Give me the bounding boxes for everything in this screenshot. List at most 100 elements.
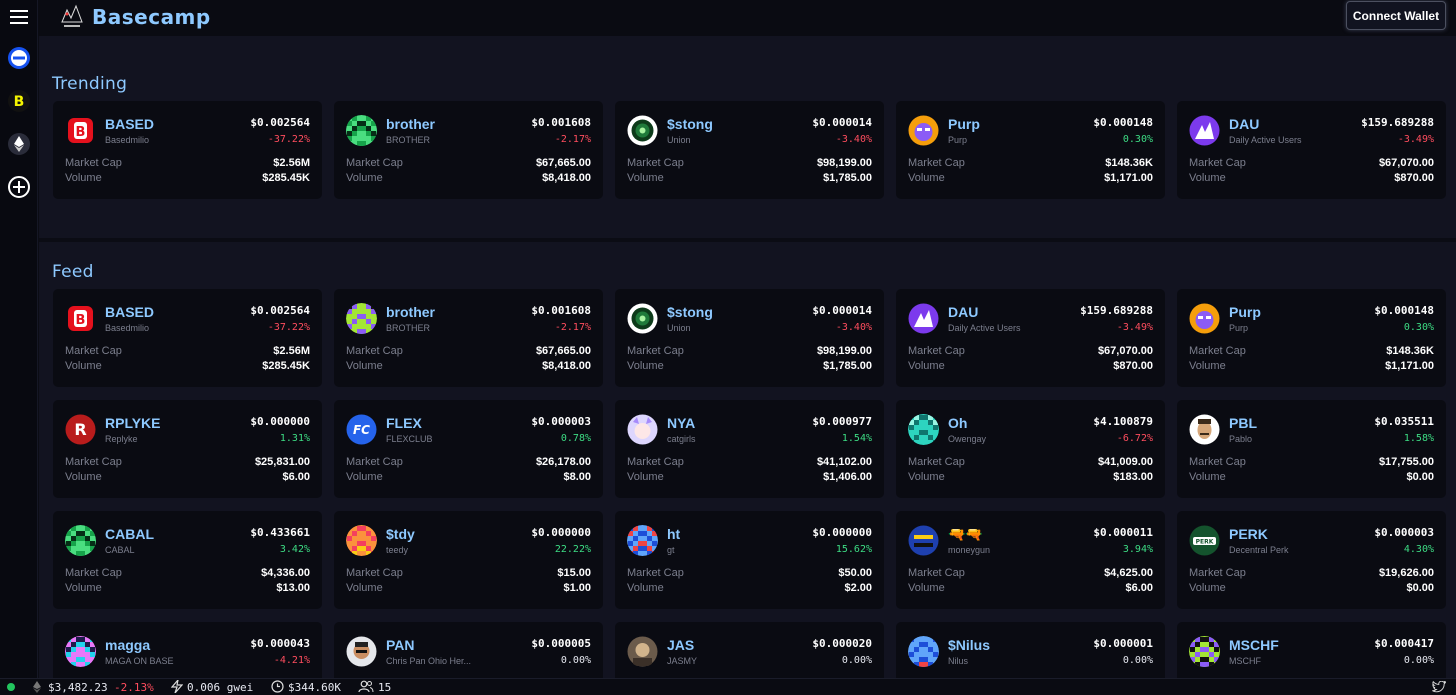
volume-value: $8,418.00 bbox=[542, 360, 591, 372]
token-card[interactable]: CABAL CABAL $0.433661 3.42% Market Cap Volume… bbox=[53, 511, 322, 609]
token-name: JAS bbox=[667, 637, 695, 653]
stong-logo-icon bbox=[627, 115, 658, 146]
token-card[interactable]: Oh Owengay $4.100879 -6.72% Market Cap Volume… bbox=[896, 400, 1165, 498]
token-card[interactable]: Purp Purp $0.000148 0.30% Market Cap Volume $1… bbox=[1177, 289, 1446, 387]
gas-price: 0.006 gwei bbox=[187, 681, 254, 694]
market-cap-value: $148.36K bbox=[1386, 345, 1434, 357]
token-change: 0.00% bbox=[560, 655, 591, 666]
token-card[interactable]: B BASED Basedmilio $0.002564 -37.22% Market C… bbox=[53, 289, 322, 387]
feed-section: Feed B BASED Basedmilio $0.002564 -37.22% Mar… bbox=[39, 242, 1456, 678]
token-card[interactable]: $tdy teedy $0.000000 22.22% Market Cap Volume… bbox=[334, 511, 603, 609]
users-count: 15 bbox=[378, 681, 392, 694]
token-change: 0.30% bbox=[1403, 322, 1434, 333]
token-name: DAU bbox=[1229, 116, 1260, 132]
token-price: $0.000003 bbox=[531, 415, 591, 428]
token-card[interactable]: MSCHFMSCHF$0.0004170.00%Market CapVolume bbox=[1177, 622, 1446, 678]
blast-network-icon[interactable]: B bbox=[5, 87, 33, 115]
ethereum-network-icon[interactable] bbox=[5, 130, 33, 158]
token-card[interactable]: $stong Union $0.000014 -3.40% Market Cap Volu… bbox=[615, 289, 884, 387]
token-card[interactable]: brother BROTHER $0.001608 -2.17% Market Cap V… bbox=[334, 101, 603, 199]
token-price: $0.000148 bbox=[1374, 304, 1434, 317]
token-card[interactable]: DAU Daily Active Users $159.689288 -3.49% Ma… bbox=[1177, 101, 1446, 199]
menu-icon[interactable] bbox=[5, 3, 33, 31]
volume-value: $8.00 bbox=[563, 471, 591, 483]
purp-avatar-icon bbox=[908, 115, 939, 146]
volume-value: $0.00 bbox=[1406, 471, 1434, 483]
token-change: 0.78% bbox=[560, 433, 591, 444]
market-cap-value: $67,070.00 bbox=[1378, 157, 1434, 169]
token-card[interactable]: maggaMAGA ON BASE$0.000043-4.21%Market C… bbox=[53, 622, 322, 678]
token-card[interactable]: DAU Daily Active Users $159.689288 -3.49% Ma… bbox=[896, 289, 1165, 387]
token-card[interactable]: Purp Purp $0.000148 0.30% Market Cap Volume $1… bbox=[896, 101, 1165, 199]
token-change: -37.22% bbox=[267, 134, 310, 145]
token-card[interactable]: NYA catgirls $0.000977 1.54% Market Cap Volum… bbox=[615, 400, 884, 498]
token-card[interactable]: 🔫🔫 moneygun $0.000011 3.94% Market Cap Volume… bbox=[896, 511, 1165, 609]
token-subtitle: moneygun bbox=[948, 545, 991, 555]
token-card[interactable]: brother BROTHER $0.001608 -2.17% Market Cap V… bbox=[334, 289, 603, 387]
token-change: 0.00% bbox=[1122, 655, 1153, 666]
volume-label: Volume bbox=[65, 360, 102, 372]
svg-text:B: B bbox=[14, 94, 25, 110]
svg-text:B: B bbox=[76, 313, 86, 328]
status-bar: $3,482.23 -2.13% 0.006 gwei $344.60K 15 bbox=[0, 677, 1456, 695]
dau-logo-icon bbox=[1189, 115, 1220, 146]
market-cap-value: $50.00 bbox=[838, 567, 872, 579]
market-cap-value: $67,070.00 bbox=[1097, 345, 1153, 357]
token-card[interactable]: PERK PERK Decentral Perk $0.000003 4.30% Mark… bbox=[1177, 511, 1446, 609]
volume-value: $1,171.00 bbox=[1104, 172, 1153, 184]
online-dot-icon bbox=[6, 682, 16, 695]
volume-label: Volume bbox=[908, 172, 945, 184]
market-cap-value: $19,626.00 bbox=[1378, 567, 1434, 579]
replyke-logo-icon: R bbox=[65, 414, 96, 445]
token-card[interactable]: ht gt $0.000000 15.62% Market Cap Volume $50.0… bbox=[615, 511, 884, 609]
token-change: 1.31% bbox=[279, 433, 310, 444]
market-cap-label: Market Cap bbox=[1189, 456, 1246, 468]
token-name: RPLYKE bbox=[105, 415, 161, 431]
volume-24h: $344.60K bbox=[288, 681, 341, 694]
based-logo-icon: B bbox=[65, 303, 96, 334]
market-cap-value: $41,102.00 bbox=[816, 456, 872, 468]
token-name: CABAL bbox=[105, 526, 154, 542]
base-network-icon[interactable] bbox=[5, 44, 33, 72]
flex-logo-icon: FC bbox=[346, 414, 377, 445]
token-card[interactable]: R RPLYKE Replyke $0.000000 1.31% Market Cap Vo… bbox=[53, 400, 322, 498]
token-card[interactable]: PANChris Pan Ohio Her...$0.0000050.00%Ma… bbox=[334, 622, 603, 678]
token-price: $0.000000 bbox=[531, 526, 591, 539]
token-price: $0.000020 bbox=[812, 637, 872, 650]
volume-label: Volume bbox=[908, 471, 945, 483]
add-network-icon[interactable] bbox=[5, 173, 33, 201]
token-card[interactable]: $stong Union $0.000014 -3.40% Market Cap Volu… bbox=[615, 101, 884, 199]
market-cap-value: $4,625.00 bbox=[1104, 567, 1153, 579]
token-card[interactable]: PBL Pablo $0.035511 1.58% Market Cap Volume $1… bbox=[1177, 400, 1446, 498]
token-name: $Nilus bbox=[948, 637, 991, 653]
market-cap-value: $98,199.00 bbox=[816, 157, 872, 169]
market-cap-label: Market Cap bbox=[627, 456, 684, 468]
token-card[interactable]: FC FLEX FLEXCLUB $0.000003 0.78% Market Cap Vo… bbox=[334, 400, 603, 498]
volume-label: Volume bbox=[65, 582, 102, 594]
volume-label: Volume bbox=[65, 172, 102, 184]
token-card[interactable]: $NilusNilus$0.0000010.00%Market CapVolum… bbox=[896, 622, 1165, 678]
token-name: MSCHF bbox=[1229, 637, 1279, 653]
moneygun-avatar-icon bbox=[908, 525, 939, 556]
token-price: $0.000014 bbox=[812, 304, 872, 317]
volume-label: Volume bbox=[1189, 360, 1226, 372]
market-cap-label: Market Cap bbox=[346, 345, 403, 357]
market-cap-value: $2.56M bbox=[273, 345, 310, 357]
market-cap-label: Market Cap bbox=[1189, 345, 1246, 357]
pixel-avatar-icon bbox=[346, 525, 377, 556]
token-card[interactable]: JASJASMY$0.0000200.00%Market CapVolume bbox=[615, 622, 884, 678]
eth-change: -2.13% bbox=[114, 681, 154, 694]
pixel-avatar-icon bbox=[346, 115, 377, 146]
token-name: 🔫🔫 bbox=[948, 526, 983, 542]
token-change: -3.49% bbox=[1116, 322, 1153, 333]
twitter-icon[interactable] bbox=[1432, 680, 1446, 695]
token-name: NYA bbox=[667, 415, 696, 431]
connect-wallet-button[interactable]: Connect Wallet bbox=[1346, 1, 1446, 30]
token-price: $0.433661 bbox=[250, 526, 310, 539]
catgirl-avatar-icon bbox=[627, 414, 658, 445]
pixel-avatar-icon bbox=[1189, 636, 1220, 667]
token-card[interactable]: B BASED Basedmilio $0.002564 -37.22% Market C… bbox=[53, 101, 322, 199]
pixel-avatar-icon bbox=[908, 636, 939, 667]
token-change: 3.42% bbox=[279, 544, 310, 555]
token-change: -4.21% bbox=[273, 655, 310, 666]
